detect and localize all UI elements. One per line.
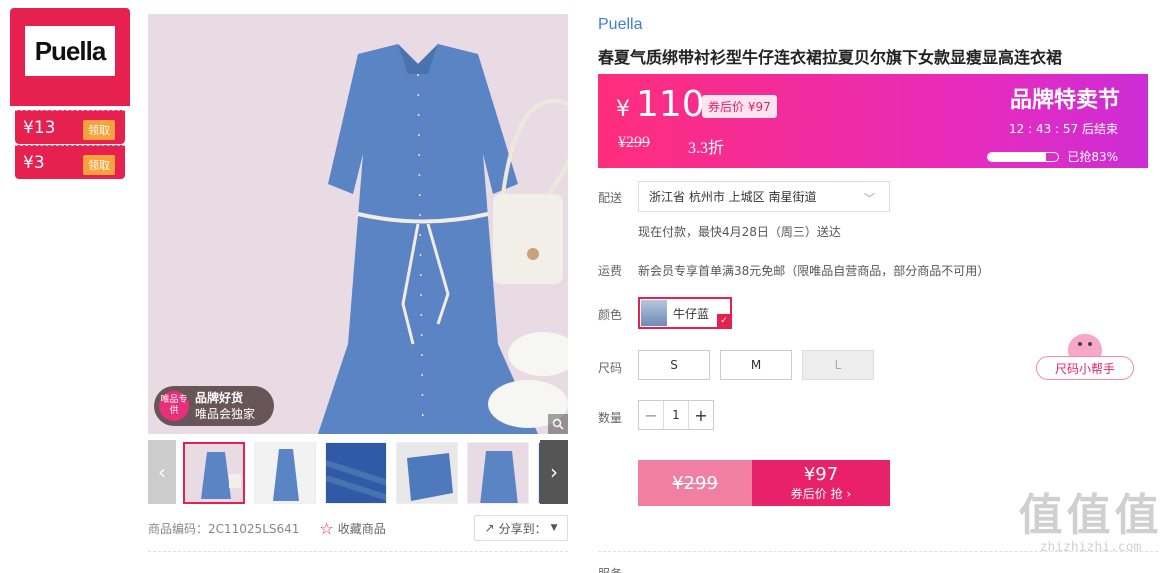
share-label: 分享到：	[498, 521, 547, 536]
brand-link[interactable]: Puella	[598, 16, 642, 34]
denim-dress-image	[318, 44, 568, 434]
thumbnail[interactable]	[396, 442, 458, 504]
progress-label: 已抢83%	[1067, 150, 1118, 164]
coupon-amount: ¥13	[23, 117, 56, 138]
main-product-image[interactable]: 唯品专供 品牌好货 唯品会独家	[148, 14, 568, 434]
thumbnail[interactable]	[254, 442, 316, 504]
star-icon: ☆	[319, 518, 334, 538]
color-label: 颜色	[598, 308, 623, 322]
price-panel: ¥ 110 券后价 ¥97 ¥299 3.3折 品牌特卖节 12 : 43 : …	[598, 74, 1148, 168]
shipping-note: 新会员专享首单满38元免邮（限唯品自营商品，部分商品不可用）	[638, 264, 990, 278]
promo-circle: 唯品专供	[159, 391, 189, 421]
service-label: 服务	[598, 565, 622, 573]
coupon-price-badge: 券后价 ¥97	[702, 95, 777, 118]
original-price: ¥299	[618, 134, 650, 151]
address-select[interactable]: 浙江省 杭州市 上城区 南星街道 ﹀	[638, 181, 890, 212]
thumbnail[interactable]	[325, 442, 387, 504]
coupon-3[interactable]: ¥3 领取	[15, 145, 125, 179]
delivery-label: 配送	[598, 191, 623, 205]
countdown-timer: 12 : 43 : 57 后结束	[1009, 122, 1118, 136]
meta-row: 商品编码：2C11025LS641 ☆ 收藏商品 ↗ 分享到： ▼	[148, 515, 568, 541]
currency-symbol: ¥	[616, 97, 630, 122]
size-option-s[interactable]: S	[638, 350, 710, 380]
price-value: 110	[636, 84, 705, 125]
promo-badge: 唯品专供 品牌好货 唯品会独家	[154, 386, 274, 426]
promo-line-1: 品牌好货	[195, 391, 244, 405]
watermark-url: zhizhizhi.com	[1039, 540, 1142, 555]
color-swatch	[641, 300, 667, 326]
favorite-label: 收藏商品	[337, 521, 386, 536]
promo-line-2: 唯品会独家	[195, 407, 256, 421]
coupon-13[interactable]: ¥13 领取	[15, 110, 125, 144]
progress-fill	[988, 152, 1047, 161]
coupon-amount: ¥3	[23, 152, 45, 173]
plus-button[interactable]: +	[689, 401, 713, 429]
discount-rate: 3.3折	[688, 140, 725, 157]
size-option-m[interactable]: M	[720, 350, 792, 380]
color-option-selected[interactable]: 牛仔蓝 ✓	[638, 297, 732, 329]
thumb-next-arrow-icon[interactable]: ›	[540, 440, 568, 504]
claim-coupon-button[interactable]: 领取	[83, 155, 115, 175]
zoom-icon[interactable]	[548, 414, 568, 434]
chevron-down-icon: ﹀	[864, 192, 875, 205]
shipping-label: 运费	[598, 264, 623, 278]
thumbnail[interactable]	[183, 442, 245, 504]
quantity-stepper: − 1 +	[638, 400, 714, 430]
divider	[148, 551, 568, 552]
size-helper-button[interactable]: 尺码小帮手	[1036, 356, 1134, 380]
product-title: 春夏气质绑带衬衫型牛仔连衣裙拉夏贝尔旗下女款显瘦显高连衣裙	[598, 48, 1063, 67]
buy-action-label: 券后价 抢 ›	[790, 486, 852, 501]
share-icon: ↗	[484, 521, 495, 535]
address-value: 浙江省 杭州市 上城区 南星街道	[649, 190, 817, 204]
size-option-l[interactable]: L	[802, 350, 874, 380]
brand-card[interactable]: Puella	[10, 8, 130, 106]
favorite-button[interactable]: ☆ 收藏商品	[319, 519, 385, 538]
quantity-input[interactable]: 1	[663, 401, 689, 429]
product-code: 商品编码：2C11025LS641	[148, 521, 300, 536]
size-label: 尺码	[598, 361, 623, 375]
buy-coupon-section[interactable]: ¥97 券后价 抢 ›	[752, 460, 890, 506]
sale-event-name: 品牌特卖节	[1009, 88, 1120, 113]
watermark: 值值值 zhizhizhi.com	[1018, 490, 1163, 556]
chevron-down-icon: ▼	[550, 523, 558, 533]
share-button[interactable]: ↗ 分享到： ▼	[474, 515, 568, 541]
delivery-estimate: 现在付款，最快4月28日（周三）送达	[638, 225, 841, 239]
thumbnail-strip: ‹ ›	[148, 440, 568, 504]
sold-progress: 已抢83%	[987, 148, 1118, 165]
buy-original-price: ¥299	[638, 460, 752, 506]
buy-button[interactable]: ¥299 ¥97 券后价 抢 ›	[638, 460, 890, 506]
progress-bar	[987, 151, 1060, 162]
thumb-prev-arrow-icon[interactable]: ‹	[148, 440, 176, 504]
quantity-label: 数量	[598, 411, 623, 425]
watermark-logo: 值值值	[1018, 490, 1163, 541]
mascot-icon	[1068, 334, 1102, 358]
buy-coupon-price: ¥97	[803, 463, 839, 485]
check-icon: ✓	[717, 314, 731, 328]
color-name: 牛仔蓝	[673, 306, 710, 321]
thumbnail[interactable]	[467, 442, 529, 504]
minus-button[interactable]: −	[639, 401, 663, 429]
brand-logo[interactable]: Puella	[25, 26, 115, 76]
claim-coupon-button[interactable]: 领取	[83, 120, 115, 140]
current-price: ¥ 110	[616, 84, 705, 125]
